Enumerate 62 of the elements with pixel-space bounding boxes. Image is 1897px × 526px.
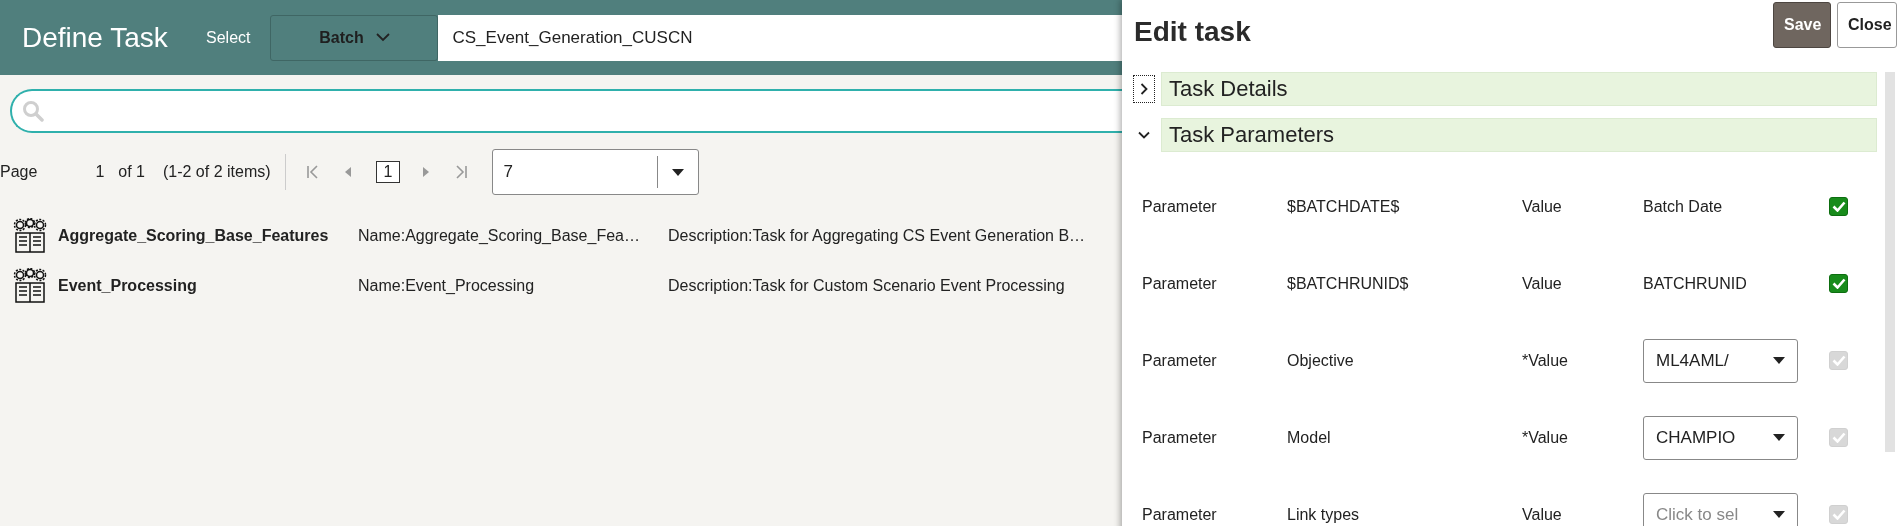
parameter-name: $BATCHDATE$ bbox=[1287, 197, 1401, 216]
batch-field[interactable]: CS_Event_Generation_CUSCN bbox=[438, 14, 1122, 61]
checkmark-icon bbox=[1831, 201, 1846, 212]
parameter-label: Parameter bbox=[1141, 274, 1218, 293]
parameter-label: Parameter bbox=[1141, 428, 1218, 447]
next-page-icon[interactable] bbox=[422, 166, 431, 178]
task-name-detail: Name:Event_Processing bbox=[358, 277, 536, 295]
page-count: of 1 bbox=[118, 163, 145, 181]
task-description: Description:Task for Aggregating CS Event Generation B… bbox=[668, 227, 1086, 245]
gears-book-icon bbox=[12, 218, 48, 254]
chevron-down-icon bbox=[375, 33, 390, 42]
expand-toggle[interactable] bbox=[1134, 76, 1154, 102]
checkmark-icon bbox=[1831, 432, 1846, 443]
last-page-icon[interactable] bbox=[454, 165, 469, 179]
caret-down-icon bbox=[1773, 511, 1785, 518]
parameter-value: BATCHRUNID bbox=[1643, 274, 1747, 292]
value-label: Value bbox=[1522, 197, 1563, 216]
value-label: Value bbox=[1522, 274, 1563, 293]
caret-down-icon bbox=[672, 168, 685, 176]
page-number: 1 bbox=[95, 163, 105, 181]
checkbox[interactable] bbox=[1829, 197, 1848, 216]
page-label: Page bbox=[0, 163, 38, 181]
checkmark-icon bbox=[1831, 355, 1846, 366]
page-size-dropdown[interactable]: 7 bbox=[492, 149, 700, 195]
checkmark-icon bbox=[1831, 509, 1846, 520]
close-button[interactable]: Close bbox=[1837, 2, 1897, 48]
caret-down-icon bbox=[1773, 357, 1785, 364]
parameter-label: Parameter bbox=[1141, 351, 1218, 370]
value-label: *Value bbox=[1522, 428, 1569, 447]
page-title: Define Task bbox=[22, 21, 169, 54]
value-label: *Value bbox=[1522, 351, 1569, 370]
search-field[interactable] bbox=[10, 89, 1122, 133]
first-page-icon[interactable] bbox=[305, 165, 320, 179]
section-header[interactable]: Task Parameters bbox=[1161, 118, 1877, 152]
item-range: (1-2 of 2 items) bbox=[162, 163, 271, 181]
parameter-name: Link types bbox=[1287, 505, 1361, 524]
parameter-name: $BATCHRUNID$ bbox=[1287, 274, 1410, 293]
checkmark-icon bbox=[1831, 278, 1846, 289]
parameter-value: Batch Date bbox=[1643, 197, 1723, 215]
chevron-right-icon bbox=[1138, 83, 1150, 95]
select-label: Select bbox=[206, 28, 251, 47]
save-button[interactable]: Save bbox=[1773, 2, 1831, 48]
value-label: Value bbox=[1522, 505, 1563, 524]
parameter-name: Objective bbox=[1287, 351, 1355, 370]
scrollbar[interactable] bbox=[1885, 72, 1895, 452]
section-header[interactable]: Task Details bbox=[1161, 72, 1877, 106]
task-name-detail: Name:Aggregate_Scoring_Base_Fea… bbox=[358, 227, 641, 245]
panel-title: Edit task bbox=[1134, 16, 1251, 48]
task-name[interactable]: Event_Processing bbox=[58, 277, 358, 295]
task-name[interactable]: Aggregate_Scoring_Base_Features bbox=[58, 227, 358, 245]
parameter-label: Parameter bbox=[1141, 505, 1218, 524]
checkbox[interactable] bbox=[1829, 274, 1848, 293]
chevron-down-icon bbox=[1138, 129, 1150, 141]
batch-dropdown[interactable]: Batch bbox=[270, 14, 439, 61]
task-description: Description:Task for Custom Scenario Event Processing bbox=[668, 277, 1065, 295]
current-page-button[interactable]: 1 bbox=[375, 161, 401, 183]
parameter-name: Model bbox=[1287, 428, 1332, 447]
parameter-label: Parameter bbox=[1141, 197, 1218, 216]
search-icon bbox=[22, 100, 44, 122]
caret-down-icon bbox=[1773, 434, 1785, 441]
gears-book-icon bbox=[12, 268, 48, 304]
previous-page-icon[interactable] bbox=[343, 166, 352, 178]
